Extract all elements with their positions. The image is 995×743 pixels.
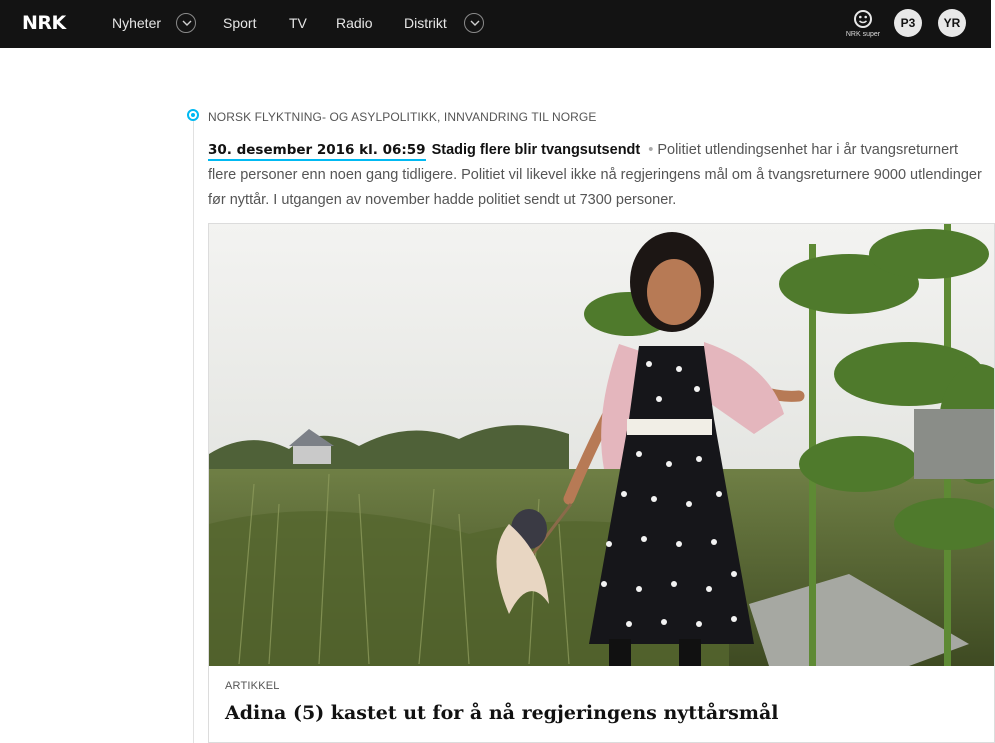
chevron-down-icon[interactable] [176, 13, 196, 33]
entry-date-link[interactable]: 30. desember 2016 kl. 06:59 [208, 142, 426, 161]
entry-title: Stadig flere blir tvangsutsendt [431, 142, 641, 158]
nrk-super-link[interactable]: NRK super [843, 9, 883, 41]
timeline-entry: 30. desember 2016 kl. 06:59 Stadig flere … [208, 138, 983, 213]
timeline-dot-icon [187, 109, 199, 121]
nav-item-nyheter[interactable]: Nyheter [112, 0, 161, 48]
p3-icon[interactable]: P3 [894, 9, 922, 37]
scroll-edge [991, 0, 995, 48]
article-card[interactable]: ARTIKKEL Adina (5) kastet ut for å nå re… [208, 223, 995, 743]
nav-item-tv[interactable]: TV [289, 0, 307, 48]
photo-girl-in-garden-icon [209, 224, 994, 666]
card-title-link[interactable]: Adina (5) kastet ut for å nå regjeringen… [225, 702, 779, 724]
yr-icon[interactable]: YR [938, 9, 966, 37]
chevron-down-icon[interactable] [464, 13, 484, 33]
timeline-category[interactable]: NORSK FLYKTNING- OG ASYLPOLITIKK, INNVAN… [208, 110, 596, 124]
article-photo[interactable] [209, 224, 994, 666]
nav-item-radio[interactable]: Radio [336, 0, 373, 48]
card-kicker: ARTIKKEL [225, 680, 280, 692]
nrk-logo[interactable]: NRK [22, 12, 66, 34]
timeline-line [193, 121, 194, 743]
nav-item-sport[interactable]: Sport [223, 0, 256, 48]
nrk-super-label: NRK super [845, 31, 881, 38]
nrk-super-icon [854, 10, 872, 28]
nav-item-distrikt[interactable]: Distrikt [404, 0, 447, 48]
entry-separator: • [648, 142, 654, 158]
top-navigation-bar: NRK Nyheter Sport TV Radio Distrikt NRK … [0, 0, 995, 48]
